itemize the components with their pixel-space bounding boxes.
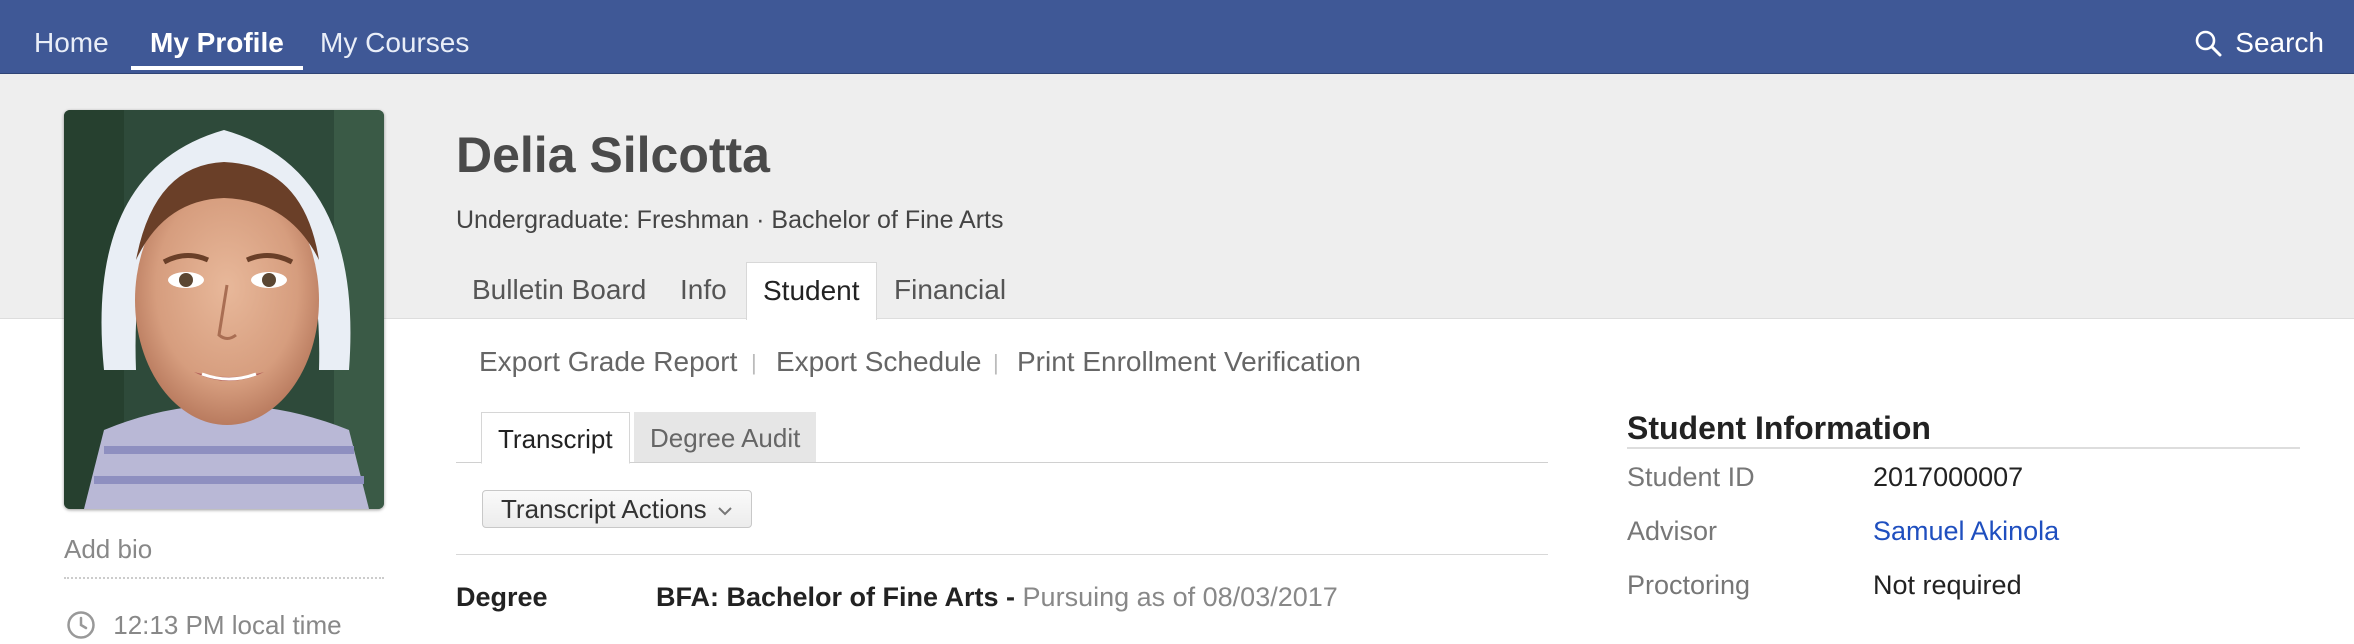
proctoring-label: Proctoring bbox=[1627, 570, 1751, 600]
student-id-value: 2017000007 bbox=[1873, 462, 2024, 492]
degree-label: Degree bbox=[456, 582, 548, 612]
degree-name: BFA: Bachelor of Fine Arts bbox=[656, 582, 999, 612]
search-button[interactable]: Search bbox=[2194, 0, 2324, 73]
tab-bulletin-board[interactable]: Bulletin Board bbox=[456, 262, 662, 318]
nav-item-my-courses[interactable]: My Courses bbox=[320, 0, 469, 70]
degree-value: BFA: Bachelor of Fine Arts - Pursuing as… bbox=[656, 582, 1338, 613]
degree-separator: - bbox=[998, 582, 1023, 612]
student-information-heading: Student Information bbox=[1627, 410, 1931, 446]
profile-subtitle: Undergraduate: Freshman · Bachelor of Fi… bbox=[456, 206, 1004, 234]
tab-degree-audit[interactable]: Degree Audit bbox=[634, 412, 817, 462]
search-label: Search bbox=[2235, 27, 2324, 58]
clock-icon bbox=[66, 610, 113, 640]
nav-item-home[interactable]: Home bbox=[34, 0, 109, 70]
avatar bbox=[64, 110, 384, 509]
tab-financial[interactable]: Financial bbox=[878, 262, 1022, 318]
tab-student[interactable]: Student bbox=[746, 262, 877, 320]
export-grade-report-link[interactable]: Export Grade Report bbox=[479, 346, 737, 378]
search-icon bbox=[2194, 27, 2236, 58]
content-divider bbox=[456, 554, 1548, 555]
proctoring-value: Not required bbox=[1873, 570, 2022, 600]
print-enrollment-verification-link[interactable]: Print Enrollment Verification bbox=[1017, 346, 1361, 378]
advisor-link[interactable]: Samuel Akinola bbox=[1873, 516, 2059, 547]
degree-status: Pursuing as of 08/03/2017 bbox=[1022, 582, 1338, 612]
add-bio-link[interactable]: Add bio bbox=[64, 534, 384, 579]
local-time: 12:13 PM local time bbox=[66, 610, 342, 641]
chevron-down-icon bbox=[707, 494, 733, 524]
action-separator: | bbox=[751, 350, 757, 375]
transcript-actions-label: Transcript Actions bbox=[501, 494, 707, 524]
tab-info[interactable]: Info bbox=[664, 262, 743, 318]
transcript-actions-dropdown[interactable]: Transcript Actions bbox=[482, 490, 752, 528]
advisor-label: Advisor bbox=[1627, 516, 1718, 546]
local-time-text: 12:13 PM local time bbox=[113, 610, 342, 640]
page-title: Delia Silcotta bbox=[456, 127, 770, 183]
export-schedule-link[interactable]: Export Schedule bbox=[776, 346, 981, 378]
tab-transcript[interactable]: Transcript bbox=[481, 412, 630, 464]
action-separator: | bbox=[993, 350, 999, 375]
student-id-label: Student ID bbox=[1627, 462, 1755, 492]
student-information-divider bbox=[1627, 447, 2300, 449]
nav-item-my-profile[interactable]: My Profile bbox=[131, 0, 303, 70]
top-navigation-bar: Home My Profile My Courses Search bbox=[0, 0, 2354, 74]
